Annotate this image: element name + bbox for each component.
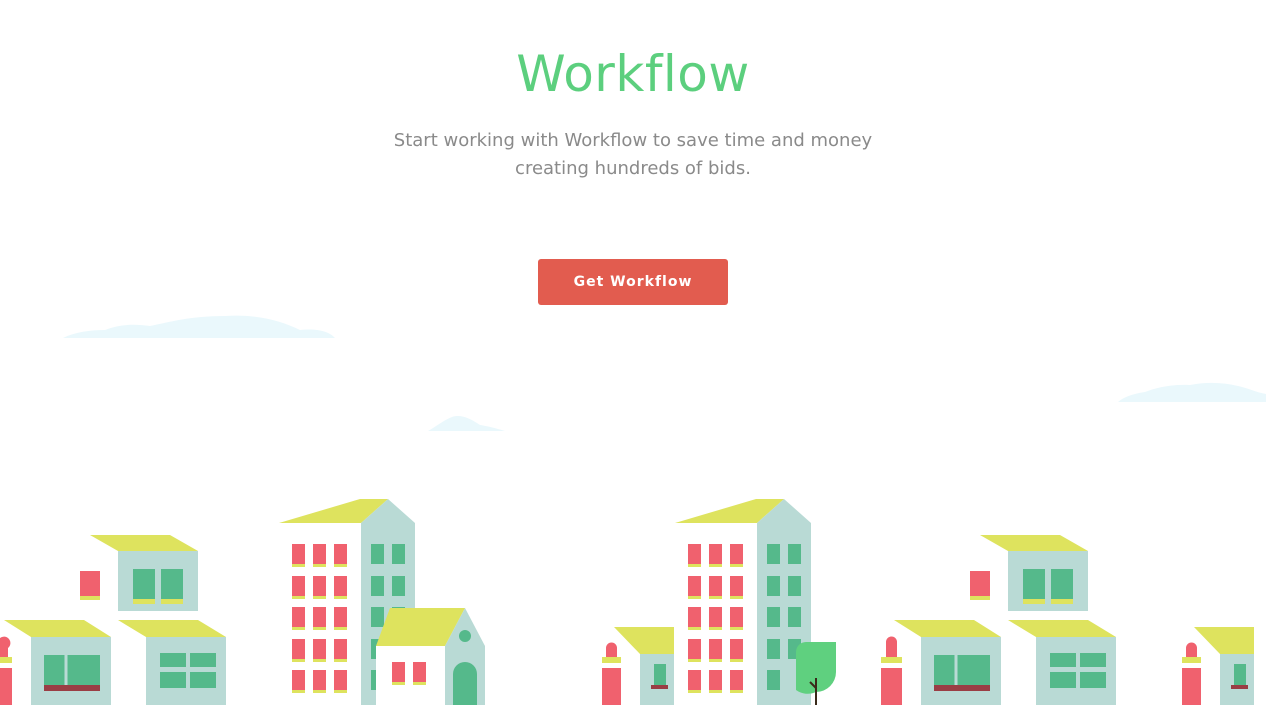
building-cluster-center — [602, 499, 836, 705]
cloud-left — [63, 315, 335, 338]
hero-subtitle: Start working with Workflow to save time… — [393, 130, 873, 179]
page-title: Workflow — [516, 45, 750, 103]
building-cluster-left — [0, 499, 485, 705]
get-workflow-button[interactable]: Get Workflow — [538, 259, 728, 305]
building-cluster-right — [881, 533, 1254, 705]
city-skyline-illustration — [0, 315, 1266, 705]
cloud-center — [428, 415, 505, 431]
cloud-right — [1118, 382, 1266, 402]
